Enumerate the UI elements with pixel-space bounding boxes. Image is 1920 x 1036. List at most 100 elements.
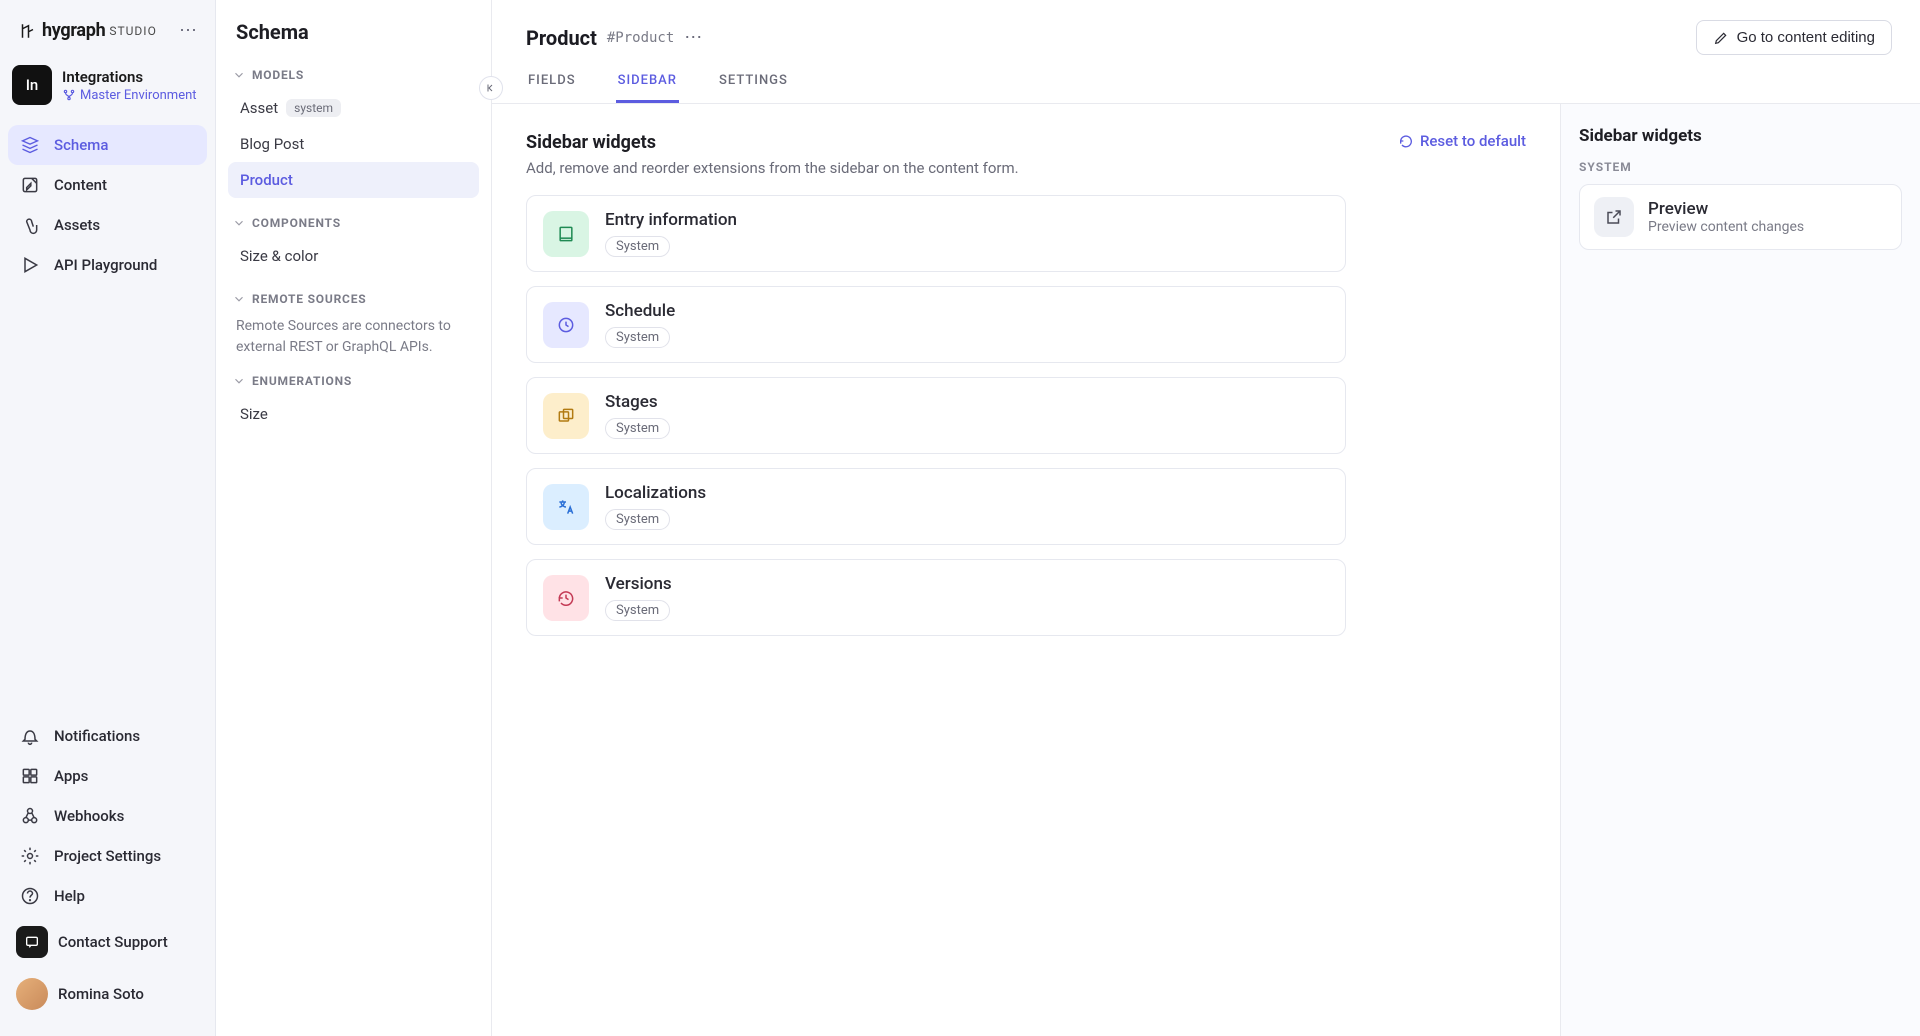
help-icon [20,886,40,906]
translate-icon [543,484,589,530]
widget-title: Schedule [605,301,675,321]
preview-subtitle: Preview content changes [1648,219,1804,235]
group-remote-label: REMOTE SOURCES [252,292,366,306]
widget-card[interactable]: Entry informationSystem [526,195,1346,272]
group-components-header[interactable]: COMPONENTS [228,208,479,238]
widget-tag: System [605,236,670,257]
project-selector[interactable]: In Integrations Master Environment [8,59,207,119]
model-product-label: Product [240,171,293,189]
nav-notifications-label: Notifications [54,727,140,745]
component-size-color[interactable]: Size & color [228,238,479,274]
group-remote-header[interactable]: REMOTE SOURCES [228,284,479,314]
nav-user[interactable]: Romina Soto [8,968,207,1020]
group-enums-header[interactable]: ENUMERATIONS [228,366,479,396]
logo[interactable]: hygraph STUDIO [18,20,157,41]
apps-icon [20,766,40,786]
nav-schema-label: Schema [54,136,108,154]
tab-fields[interactable]: FIELDS [526,73,578,103]
enum-size[interactable]: Size [228,396,479,432]
more-icon[interactable]: ⋯ [179,20,197,41]
nav-content[interactable]: Content [8,165,207,205]
nav-schema[interactable]: Schema [8,125,207,165]
remote-description: Remote Sources are connectors to externa… [228,314,479,366]
tabs: FIELDS SIDEBAR SETTINGS [492,55,1920,104]
logo-brand: hygraph [42,20,105,41]
nav-project-settings[interactable]: Project Settings [8,836,207,876]
nav-notifications[interactable]: Notifications [8,716,207,756]
nav-api-label: API Playground [54,256,157,274]
chevron-down-icon [232,292,246,306]
reset-to-default-button[interactable]: Reset to default [1398,132,1526,150]
chevron-down-icon [232,216,246,230]
bell-icon [20,726,40,746]
nav-webhooks[interactable]: Webhooks [8,796,207,836]
pencil-icon [1713,30,1729,46]
widget-tag: System [605,418,670,439]
preview-widget-card[interactable]: Preview Preview content changes [1579,184,1902,250]
widget-card[interactable]: VersionsSystem [526,559,1346,636]
model-blog-post-label: Blog Post [240,135,304,153]
goto-button-label: Go to content editing [1737,29,1875,46]
model-blog-post[interactable]: Blog Post [228,126,479,162]
widget-card[interactable]: Localizations System [526,468,1346,545]
schema-icon [20,135,40,155]
play-icon [20,255,40,275]
widget-meta: Entry informationSystem [605,210,737,257]
history-icon [543,575,589,621]
project-title: Integrations [62,68,197,86]
book-icon [543,211,589,257]
model-asset[interactable]: Asset system [228,90,479,126]
nav-apps[interactable]: Apps [8,756,207,796]
chat-icon-box [16,926,48,958]
content-center: Sidebar widgets Add, remove and reorder … [492,104,1560,1036]
group-models-label: MODELS [252,68,304,82]
group-models-header[interactable]: MODELS [228,60,479,90]
group-enums-label: ENUMERATIONS [252,374,352,388]
section-header: Sidebar widgets Add, remove and reorder … [526,132,1526,177]
group-components-label: COMPONENTS [252,216,341,230]
widget-title: Versions [605,574,672,594]
right-panel-title: Sidebar widgets [1579,126,1902,146]
tab-sidebar[interactable]: SIDEBAR [616,73,679,103]
group-models-list: Asset system Blog Post Product [228,90,479,198]
assets-icon [20,215,40,235]
webhooks-icon [20,806,40,826]
preview-title: Preview [1648,199,1804,219]
widget-card[interactable]: ScheduleSystem [526,286,1346,363]
project-meta: Integrations Master Environment [62,68,197,103]
bottom-nav: Notifications Apps Webhooks Project Sett… [8,716,207,1020]
widget-card[interactable]: Stages System [526,377,1346,454]
main-content: Product #Product ⋯ Go to content editing… [492,0,1920,1036]
widget-title: Localizations [605,483,706,503]
widget-title: Stages [605,392,670,412]
content-icon [20,175,40,195]
schema-sidebar: Schema MODELS Asset system Blog Post Pro… [216,0,492,1036]
model-api-id: #Product [607,30,674,46]
widget-meta: Localizations System [605,483,706,530]
gear-icon [20,846,40,866]
nav-api-playground[interactable]: API Playground [8,245,207,285]
primary-sidebar: hygraph STUDIO ⋯ In Integrations Master … [0,0,216,1036]
system-badge: system [286,99,341,117]
model-product[interactable]: Product [228,162,479,198]
nav-webhooks-label: Webhooks [54,807,124,825]
nav-help[interactable]: Help [8,876,207,916]
goto-content-editing-button[interactable]: Go to content editing [1696,20,1892,55]
component-size-color-label: Size & color [240,247,318,265]
nav-apps-label: Apps [54,767,88,785]
nav-contact-support[interactable]: Contact Support [8,916,207,968]
widget-tag: System [605,509,670,530]
nav-assets[interactable]: Assets [8,205,207,245]
widget-meta: VersionsSystem [605,574,672,621]
stages-icon [543,393,589,439]
user-name: Romina Soto [58,985,144,1003]
model-more-icon[interactable]: ⋯ [684,27,702,48]
logo-studio: STUDIO [109,24,156,38]
tab-settings[interactable]: SETTINGS [717,73,790,103]
collapse-icon [485,82,497,94]
nav-support-label: Contact Support [58,933,168,951]
chevron-down-icon [232,374,246,388]
project-environment: Master Environment [62,88,197,103]
enum-size-label: Size [240,405,268,423]
collapse-sidebar-button[interactable] [479,76,503,100]
